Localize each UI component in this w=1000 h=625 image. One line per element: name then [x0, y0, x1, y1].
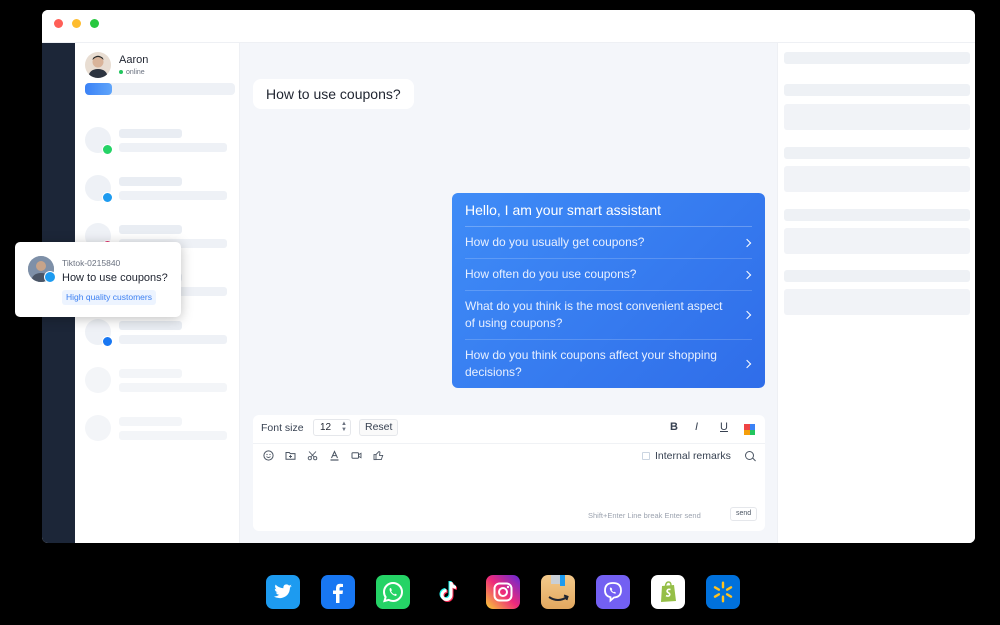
contact-id: Tiktok-0215840: [62, 258, 121, 268]
contact-preview-placeholder: [119, 335, 227, 344]
color-palette-icon[interactable]: [744, 424, 755, 435]
twitter-icon: [44, 271, 56, 283]
suggestion-item[interactable]: What do you think is the most convenient…: [465, 291, 752, 340]
twitter-icon: [102, 192, 113, 203]
contact-name-placeholder: [119, 321, 182, 330]
tiktok-icon[interactable]: [431, 575, 465, 609]
chevron-right-icon: [742, 270, 752, 279]
details-placeholder: [784, 84, 970, 96]
details-placeholder: [784, 104, 970, 130]
font-size-label: Font size: [261, 422, 304, 434]
text-color-icon[interactable]: [329, 450, 340, 461]
contact-avatar: [85, 415, 111, 441]
emoji-icon[interactable]: [263, 450, 274, 461]
user-progress-bar: [85, 83, 235, 95]
contact-name-placeholder: [119, 417, 182, 426]
suggestion-text: How often do you use coupons?: [465, 267, 637, 281]
details-placeholder: [784, 270, 970, 282]
contact-item[interactable]: [85, 367, 235, 399]
contact-name-placeholder: [119, 369, 182, 378]
chevron-right-icon: [742, 310, 752, 320]
current-user[interactable]: Aaron online: [85, 52, 235, 102]
chat-area: How to use coupons? Hello, I am your sma…: [241, 43, 777, 543]
details-placeholder: [784, 209, 970, 221]
suggestion-item[interactable]: How often do you use coupons?: [465, 259, 752, 291]
shopify-icon[interactable]: [651, 575, 685, 609]
instagram-icon[interactable]: [486, 575, 520, 609]
thumbs-up-icon[interactable]: [373, 450, 384, 461]
suggestion-item[interactable]: How do you think coupons affect your sho…: [465, 340, 752, 388]
internal-remarks-checkbox[interactable]: [642, 452, 650, 460]
scissors-icon[interactable]: [307, 450, 318, 461]
customer-tag: High quality customers: [62, 290, 156, 305]
amazon-icon[interactable]: [541, 575, 575, 609]
folder-icon[interactable]: [285, 450, 296, 461]
contact-name-placeholder: [119, 177, 182, 186]
contact-name-placeholder: [119, 225, 182, 234]
user-status: online: [119, 69, 145, 76]
bold-button[interactable]: B: [670, 421, 678, 433]
contact-item[interactable]: [85, 319, 235, 351]
suggestion-list: How do you usually get coupons? How ofte…: [465, 226, 752, 388]
facebook-icon: [102, 336, 113, 347]
close-window-button[interactable]: [54, 19, 63, 28]
font-size-stepper[interactable]: 12 ▲ ▼: [313, 419, 351, 436]
user-avatar: [85, 52, 111, 78]
contact-avatar: [85, 367, 111, 393]
stepper-arrows-icon[interactable]: ▲ ▼: [341, 421, 347, 433]
contact-item[interactable]: [85, 415, 235, 447]
italic-button[interactable]: I: [695, 421, 698, 433]
chevron-right-icon: [742, 359, 752, 369]
app-window: Aaron online How to use coupons? Hello, …: [42, 10, 975, 543]
details-placeholder: [784, 147, 970, 159]
send-button[interactable]: send: [730, 507, 758, 521]
suggestion-text: How do you think coupons affect your sho…: [465, 348, 717, 379]
twitter-icon[interactable]: [266, 575, 300, 609]
suggestion-item[interactable]: How do you usually get coupons?: [465, 227, 752, 259]
chevron-right-icon: [742, 238, 752, 247]
viber-icon[interactable]: [596, 575, 630, 609]
composer-divider: [253, 443, 765, 444]
search-icon[interactable]: [745, 451, 754, 460]
notification-card[interactable]: Tiktok-0215840 How to use coupons? High …: [15, 242, 181, 317]
title-bar: [42, 10, 975, 43]
internal-remarks-label: Internal remarks: [655, 450, 731, 462]
assistant-title: Hello, I am your smart assistant: [465, 202, 662, 218]
incoming-message: How to use coupons?: [253, 79, 414, 109]
user-name: Aaron: [119, 54, 149, 66]
contact-item[interactable]: [85, 175, 235, 207]
whatsapp-icon[interactable]: [376, 575, 410, 609]
notification-message: How to use coupons?: [62, 272, 168, 284]
keyboard-hint: Shift+Enter Line break Enter send: [588, 511, 701, 520]
contact-preview-placeholder: [119, 143, 227, 152]
contact-preview-placeholder: [119, 383, 227, 392]
maximize-window-button[interactable]: [90, 19, 99, 28]
details-panel: [777, 43, 975, 543]
contact-name-placeholder: [119, 129, 182, 138]
details-placeholder: [784, 228, 970, 254]
walmart-icon[interactable]: [706, 575, 740, 609]
details-placeholder: [784, 166, 970, 192]
contact-item[interactable]: [85, 127, 235, 159]
suggestion-text: What do you think is the most convenient…: [465, 299, 723, 330]
contact-preview-placeholder: [119, 431, 227, 440]
suggestion-text: How do you usually get coupons?: [465, 235, 645, 249]
message-composer: Font size 12 ▲ ▼ Reset B I U Internal re…: [253, 415, 765, 531]
details-placeholder: [784, 289, 970, 315]
facebook-icon[interactable]: [321, 575, 355, 609]
user-progress-fill: [85, 83, 112, 95]
underline-button[interactable]: U: [720, 421, 728, 433]
details-placeholder: [784, 52, 970, 64]
minimize-window-button[interactable]: [72, 19, 81, 28]
assistant-card: Hello, I am your smart assistant How do …: [452, 193, 765, 388]
video-icon[interactable]: [351, 450, 362, 461]
contact-preview-placeholder: [119, 191, 227, 200]
font-size-value: 12: [320, 422, 332, 433]
reset-button[interactable]: Reset: [359, 419, 399, 436]
whatsapp-icon: [102, 144, 113, 155]
